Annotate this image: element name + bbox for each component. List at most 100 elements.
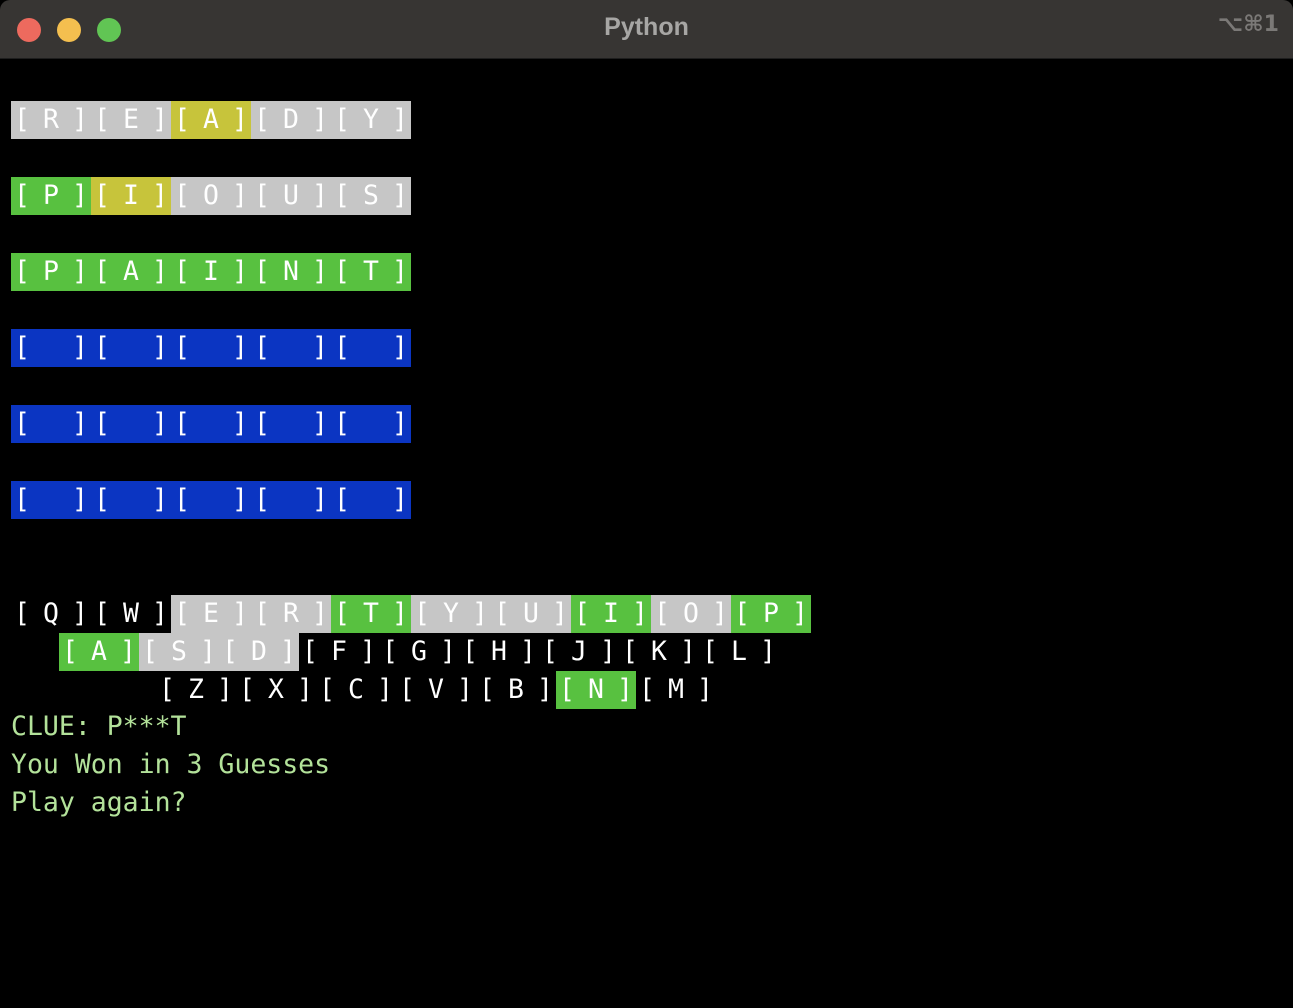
bracket-right: ]	[392, 180, 408, 211]
board-tile: [Y]	[331, 101, 411, 139]
board-tile: []	[171, 481, 251, 519]
board-tile: [A]	[171, 101, 251, 139]
board-tile: [A]	[91, 253, 171, 291]
bracket-right: ]	[392, 598, 408, 629]
bracket-right: ]	[280, 636, 296, 667]
bracket-left: [	[14, 408, 30, 439]
keyboard-key: [G]	[379, 633, 459, 671]
bracket-right: ]	[440, 636, 456, 667]
keyboard-key: [M]	[636, 671, 716, 709]
bracket-left: [	[334, 484, 350, 515]
board-tile: []	[171, 329, 251, 367]
keyboard-key: [Y]	[411, 595, 491, 633]
bracket-right: ]	[312, 180, 328, 211]
keyboard-key: [L]	[699, 633, 779, 671]
keyboard-key: [P]	[731, 595, 811, 633]
keyboard-key: [Z]	[156, 671, 236, 709]
keyboard-key: [H]	[459, 633, 539, 671]
bracket-right: ]	[792, 598, 808, 629]
bracket-right: ]	[472, 598, 488, 629]
bracket-right: ]	[152, 332, 168, 363]
board-row: [R][E][A][D][Y]	[11, 101, 411, 139]
keyboard-key: [S]	[139, 633, 219, 671]
bracket-right: ]	[72, 180, 88, 211]
board-tile: [D]	[251, 101, 331, 139]
keyboard-key: [W]	[91, 595, 171, 633]
bracket-right: ]	[152, 180, 168, 211]
bracket-right: ]	[520, 636, 536, 667]
bracket-left: [	[14, 484, 30, 515]
board-tile: []	[331, 481, 411, 519]
bracket-right: ]	[72, 598, 88, 629]
board-row: [P][I][O][U][S]	[11, 177, 411, 215]
bracket-left: [	[94, 408, 110, 439]
board-tile: [N]	[251, 253, 331, 291]
play-again-prompt: Play again?	[11, 787, 187, 818]
bracket-right: ]	[312, 256, 328, 287]
bracket-right: ]	[120, 636, 136, 667]
board-row: [P][A][I][N][T]	[11, 253, 411, 291]
terminal-window: Python ⌥⌘1 [R][E][A][D][Y][P][I][O][U][S…	[0, 0, 1293, 1008]
keyboard-row: [Z][X][C][V][B][N][M]	[156, 671, 716, 709]
board-tile: []	[11, 329, 91, 367]
bracket-right: ]	[217, 674, 233, 705]
bracket-right: ]	[232, 484, 248, 515]
bracket-right: ]	[392, 408, 408, 439]
bracket-left: [	[254, 408, 270, 439]
keyboard-key: [R]	[251, 595, 331, 633]
bracket-right: ]	[392, 104, 408, 135]
board-tile: [S]	[331, 177, 411, 215]
bracket-right: ]	[392, 332, 408, 363]
bracket-right: ]	[760, 636, 776, 667]
bracket-left: [	[174, 408, 190, 439]
board-tile: [U]	[251, 177, 331, 215]
board-tile: [T]	[331, 253, 411, 291]
board-tile: []	[11, 405, 91, 443]
bracket-right: ]	[232, 180, 248, 211]
board-tile: [E]	[91, 101, 171, 139]
bracket-right: ]	[632, 598, 648, 629]
bracket-right: ]	[72, 256, 88, 287]
board-tile: []	[11, 481, 91, 519]
board-tile: []	[251, 481, 331, 519]
keyboard-key: [K]	[619, 633, 699, 671]
bracket-right: ]	[680, 636, 696, 667]
bracket-right: ]	[72, 408, 88, 439]
keyboard-key: [O]	[651, 595, 731, 633]
keyboard-key: [F]	[299, 633, 379, 671]
bracket-right: ]	[200, 636, 216, 667]
board-tile: [I]	[91, 177, 171, 215]
board-tile: []	[91, 481, 171, 519]
keyboard-key: [D]	[219, 633, 299, 671]
keyboard-row: [A][S][D][F][G][H][J][K][L]	[59, 633, 779, 671]
board-tile: []	[171, 405, 251, 443]
board-tile: [P]	[11, 177, 91, 215]
title-bar[interactable]: Python ⌥⌘1	[0, 0, 1293, 59]
bracket-right: ]	[312, 408, 328, 439]
bracket-right: ]	[72, 484, 88, 515]
board-tile: [O]	[171, 177, 251, 215]
bracket-right: ]	[232, 408, 248, 439]
board-tile: [I]	[171, 253, 251, 291]
keyboard-key: [U]	[491, 595, 571, 633]
board-row: [][][][][]	[11, 329, 411, 367]
keyboard-key: [A]	[59, 633, 139, 671]
board-tile: []	[91, 329, 171, 367]
bracket-right: ]	[152, 598, 168, 629]
bracket-right: ]	[312, 332, 328, 363]
bracket-right: ]	[377, 674, 393, 705]
board-tile: []	[331, 329, 411, 367]
board-row: [][][][][]	[11, 481, 411, 519]
keyboard-row: [Q][W][E][R][T][Y][U][I][O][P]	[11, 595, 811, 633]
bracket-right: ]	[617, 674, 633, 705]
bracket-right: ]	[232, 332, 248, 363]
keyboard-key: [E]	[171, 595, 251, 633]
bracket-right: ]	[232, 256, 248, 287]
keyboard-key: [V]	[396, 671, 476, 709]
bracket-left: [	[14, 332, 30, 363]
bracket-right: ]	[297, 674, 313, 705]
bracket-left: [	[94, 332, 110, 363]
bracket-left: [	[254, 484, 270, 515]
keyboard-key: [T]	[331, 595, 411, 633]
bracket-right: ]	[232, 104, 248, 135]
